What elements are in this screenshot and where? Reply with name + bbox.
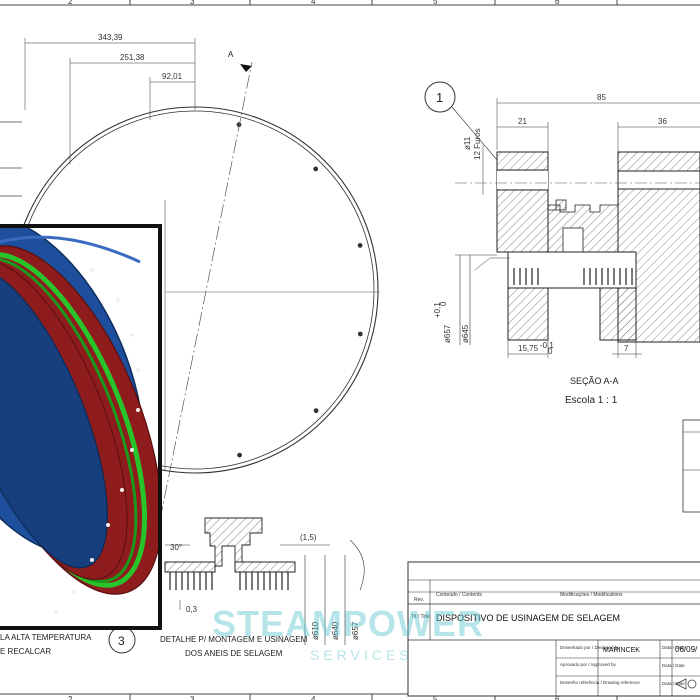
balloon-3-label: 3: [118, 634, 125, 648]
section-title: SEÇÃO A-A: [570, 376, 619, 386]
dimension-15-75: 15,75: [518, 344, 539, 353]
rim-hole: [130, 333, 134, 337]
bolt-hole: [357, 243, 363, 248]
rim-hole: [116, 298, 120, 302]
rim-hole: [120, 488, 124, 492]
dimension-7: 7: [624, 344, 629, 353]
zone-number: 6: [555, 0, 560, 6]
detail-teeth: [169, 572, 289, 590]
detail-paren-dimension: (1,5): [300, 533, 317, 542]
zone-number: 4: [311, 695, 316, 700]
section-cut-line: [159, 61, 253, 521]
section-view: 1 85 21 36 ø11 12 Furos ø657 +0,1 0 ø645…: [424, 81, 700, 406]
drawing-reference-label: Desenho referência / Drawing reference: [560, 680, 640, 685]
dimension-251: 251,38: [120, 53, 145, 62]
date-value: 06/09/: [675, 645, 698, 654]
dimension-36: 36: [658, 117, 667, 126]
front-dimensions: 343,39 251,38 92,01: [24, 33, 196, 165]
zone-number: 4: [311, 0, 316, 6]
dimension-657-tol2: 0: [439, 301, 448, 306]
bolt-hole: [357, 331, 363, 337]
note-line-1: LA ALTA TEMPERATURA: [0, 633, 92, 642]
bolt-hole: [237, 452, 243, 458]
balloon-1-label: 1: [436, 90, 443, 105]
seal-ring-lower: [507, 251, 637, 289]
rim-hole: [72, 590, 76, 594]
dimension-645: ø645: [461, 324, 470, 343]
section-scale: Escola 1 : 1: [565, 395, 618, 406]
watermark-line-2: SERVICES: [310, 647, 413, 663]
bolt-hole: [313, 408, 319, 414]
detail-gap: 0,3: [186, 605, 198, 614]
rim-hole: [54, 610, 58, 614]
section-marker: A: [228, 50, 234, 59]
bolt-hole: [313, 166, 319, 172]
modifications-column-label: Modificações / Modifications: [560, 592, 623, 598]
rim-hole: [90, 268, 94, 272]
date-label-3: Data / Date: [662, 681, 685, 686]
technical-drawing: 2 3 4 5 6 2 3 4 5 6 A 343,39 251,38 92,0…: [0, 0, 700, 700]
detail-seal-profile: [204, 517, 263, 567]
bolt-hole-pattern: [236, 122, 363, 458]
dimension-21: 21: [518, 117, 527, 126]
zone-number: 2: [68, 0, 73, 6]
drawing-sheet: 2 3 4 5 6 2 3 4 5 6 A 343,39 251,38 92,0…: [0, 0, 700, 700]
approved-by-label: Aprovado por / Approved by: [560, 662, 617, 667]
render-inset: [0, 224, 162, 630]
note-line-2: E RECALCAR: [0, 647, 51, 656]
dimension-85: 85: [597, 93, 606, 102]
rim-hole: [90, 558, 94, 562]
designed-by: MARINCEK: [603, 647, 640, 654]
zone-number: 3: [190, 0, 195, 6]
rim-hole: [136, 368, 140, 372]
dimension-15-75-tol2: 0: [548, 347, 553, 356]
zone-number: 3: [190, 695, 195, 700]
rim-hole: [136, 408, 140, 412]
rim-hole: [130, 448, 134, 452]
content-column-label: Conteúdo / Contents: [436, 592, 482, 598]
dimension-92: 92,01: [162, 72, 183, 81]
dimension-343: 343,39: [98, 33, 123, 42]
holes-quantity: 12 Furos: [473, 128, 482, 160]
watermark-line-1: STEAMPOWER: [212, 603, 484, 644]
detail-angle: 30°: [170, 543, 182, 552]
date-label-2: Data / Date: [662, 663, 685, 668]
rim-hole: [106, 523, 110, 527]
holes-dimension: ø11: [463, 136, 472, 150]
zone-number: 5: [433, 0, 438, 6]
parts-table-fragment: [682, 419, 700, 513]
detail-label-line2: DOS ANEIS DE SELAGEM: [185, 649, 283, 658]
dimension-657: ø657: [443, 324, 452, 343]
zone-number: 2: [68, 695, 73, 700]
